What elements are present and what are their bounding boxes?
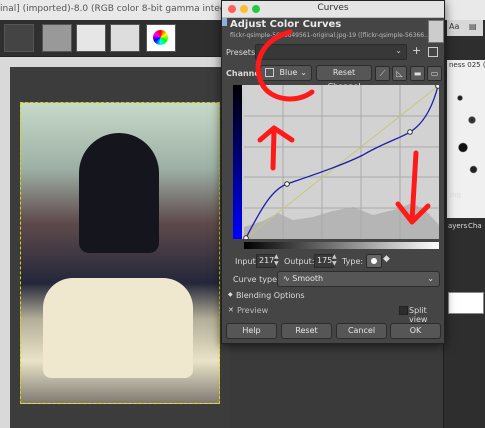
annotation-arrow-down xyxy=(395,150,431,225)
annotation-arrow-up xyxy=(257,125,295,171)
annotation-circle xyxy=(255,29,315,102)
annotation-layer xyxy=(255,29,431,225)
